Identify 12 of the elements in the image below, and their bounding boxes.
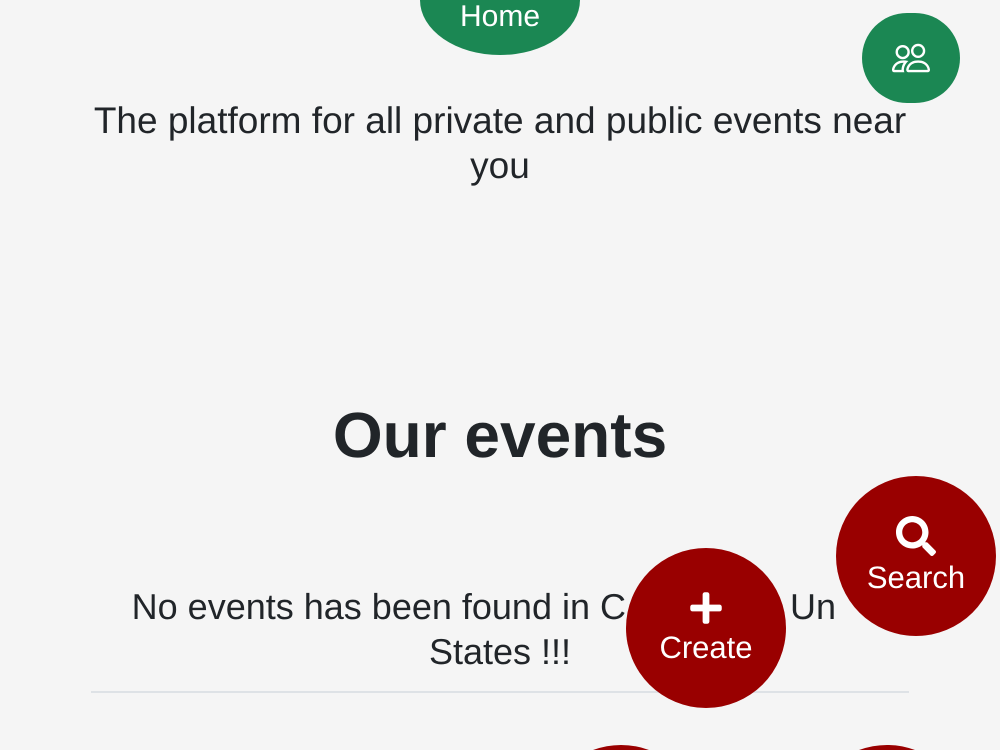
- round-button[interactable]: [859, 744, 915, 750]
- section-title: Our events: [332, 400, 668, 470]
- home-button[interactable]: Home: [420, 0, 580, 55]
- round-button[interactable]: [593, 744, 649, 750]
- message-text: Un: [790, 585, 836, 629]
- tagline-text: The platform for all private and public events near you: [92, 99, 908, 188]
- search-icon: [896, 516, 936, 556]
- plus-icon: [688, 590, 724, 626]
- message-text: No events has been found in C: [130, 585, 626, 629]
- create-button[interactable]: Create: [626, 548, 786, 708]
- search-button[interactable]: Search: [836, 476, 996, 636]
- message-text: States !!!: [428, 630, 572, 674]
